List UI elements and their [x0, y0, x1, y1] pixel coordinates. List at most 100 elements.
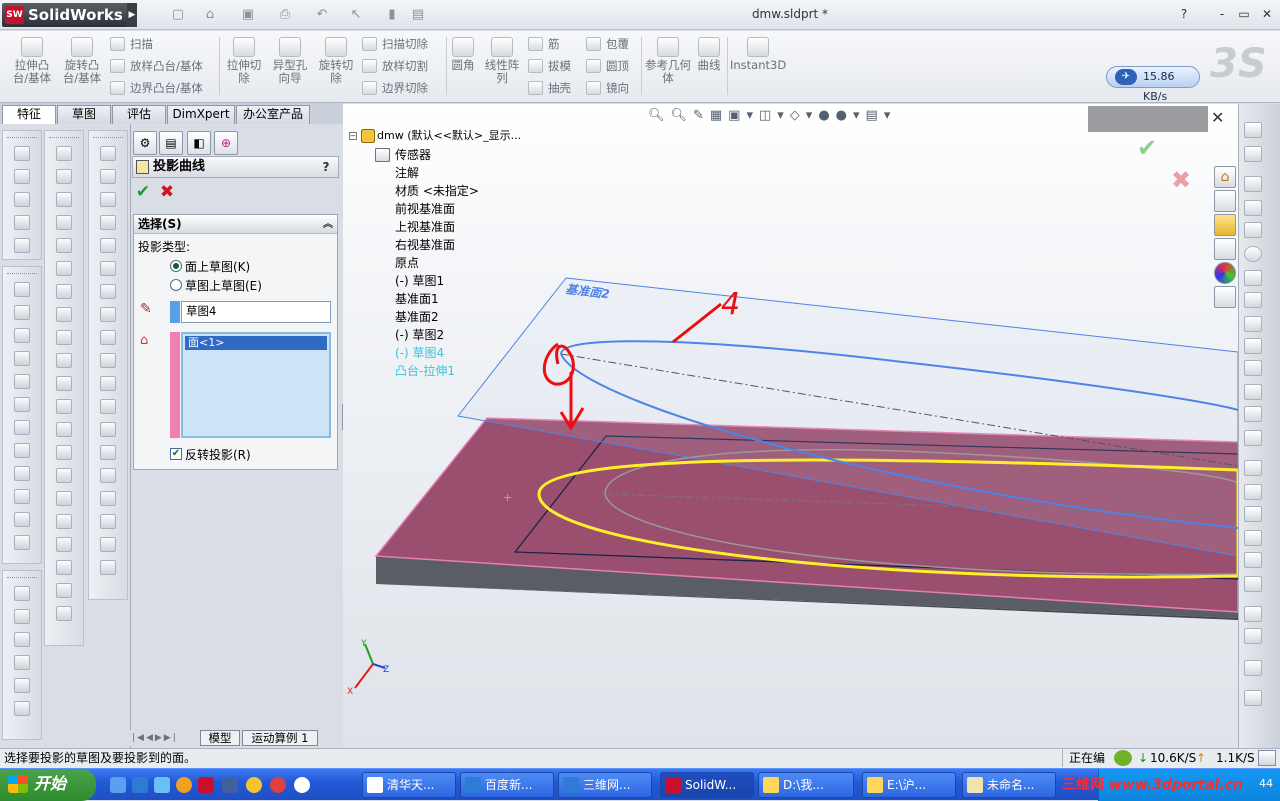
reverse-projection-checkbox[interactable]: ✔ [170, 448, 182, 460]
tool-icon[interactable] [14, 535, 30, 550]
tool-icon[interactable] [100, 284, 116, 299]
new-document-icon[interactable]: ▢ [168, 6, 188, 24]
confirm-cancel-icon[interactable]: ✖ [1171, 166, 1197, 194]
print-icon[interactable]: ⎙ [275, 6, 295, 24]
tool-icon[interactable] [100, 468, 116, 483]
revolve-boss-button[interactable]: 旋转凸台/基体 [58, 37, 106, 85]
net-speed-badge[interactable]: ✈ 15.86 KB/s [1106, 66, 1200, 103]
tool-icon[interactable] [56, 284, 72, 299]
collapse-icon[interactable]: − [349, 132, 357, 140]
loft-cut-button[interactable]: 放样切割 [360, 56, 446, 76]
configuration-manager-tab-icon[interactable]: ◧ [187, 131, 211, 155]
tool-icon[interactable] [56, 192, 72, 207]
help-icon[interactable]: ? [318, 159, 334, 175]
tool-icon[interactable] [56, 583, 72, 598]
minimize-button[interactable]: - [1213, 6, 1231, 22]
select-arrow-icon[interactable]: ↖ [346, 6, 366, 24]
tool-icon[interactable] [100, 238, 116, 253]
radio-sketch-on-face[interactable] [170, 260, 182, 272]
reverse-projection-label[interactable]: 反转投影(R) [185, 446, 251, 463]
extrude-cut-button[interactable]: 拉伸切除 [222, 37, 266, 85]
shell-button[interactable]: 抽壳 [526, 78, 580, 98]
tool-icon[interactable] [56, 514, 72, 529]
tool-icon[interactable] [100, 514, 116, 529]
task-button[interactable]: 清华天... [362, 772, 456, 798]
media-player-icon[interactable] [176, 777, 192, 793]
help-button[interactable]: ? [1175, 6, 1193, 22]
tool-icon[interactable] [14, 609, 30, 624]
tool-icon[interactable] [100, 376, 116, 391]
sketch-icon[interactable] [1244, 122, 1262, 138]
tool-icon[interactable] [14, 328, 30, 343]
tab-model[interactable]: 模型 [200, 730, 240, 746]
undo-icon[interactable]: ↶ [312, 6, 332, 24]
tool-icon[interactable] [14, 701, 30, 716]
file-explorer-icon[interactable] [1214, 214, 1236, 236]
tool-icon[interactable] [14, 305, 30, 320]
mirror-button[interactable]: 镜向 [584, 78, 640, 98]
swept-cut-button[interactable]: 扫描切除 [360, 34, 446, 54]
start-button[interactable]: 开始 [0, 769, 96, 801]
reference-geometry-button[interactable]: 参考几何体 [645, 37, 691, 85]
tree-item-sketch1[interactable]: (-) 草图1 [373, 148, 479, 290]
tool-icon[interactable] [14, 678, 30, 693]
convert-entities-icon[interactable] [1244, 484, 1262, 500]
tool-icon[interactable] [100, 215, 116, 230]
tree-item-boss-extrude1[interactable]: 凸台-拉伸1 [373, 148, 479, 380]
tool-icon[interactable] [14, 420, 30, 435]
property-manager-tab-icon[interactable]: ▤ [159, 131, 183, 155]
revolve-cut-button[interactable]: 旋转切除 [314, 37, 358, 85]
tool-icon[interactable] [14, 374, 30, 389]
list-item[interactable]: 面<1> [185, 336, 327, 350]
tool-icon[interactable] [56, 537, 72, 552]
clock[interactable]: 44 [1259, 777, 1273, 790]
home-icon[interactable]: ⌂ [1214, 166, 1236, 188]
circle-icon[interactable] [1244, 246, 1262, 262]
tool-icon[interactable] [100, 491, 116, 506]
tool-icon[interactable] [56, 238, 72, 253]
tool-icon[interactable] [56, 376, 72, 391]
custom-properties-icon[interactable] [1214, 286, 1236, 308]
tool-icon[interactable] [14, 512, 30, 527]
tool-icon[interactable] [14, 192, 30, 207]
tool-icon[interactable] [14, 351, 30, 366]
tool-icon[interactable] [14, 169, 30, 184]
tree-item-sketch2[interactable]: (-) 草图2 [373, 148, 479, 344]
line-icon[interactable] [1244, 176, 1262, 192]
tree-item-sketch4[interactable]: (-) 草图4 [373, 148, 479, 362]
dome-button[interactable]: 圆顶 [584, 56, 640, 76]
boundary-boss-button[interactable]: 边界凸台/基体 [108, 78, 218, 98]
sweep-button[interactable]: 扫描 [108, 34, 218, 54]
tool-icon[interactable] [56, 169, 72, 184]
tool-icon[interactable] [100, 353, 116, 368]
tool-icon[interactable] [100, 445, 116, 460]
text-icon[interactable] [1244, 430, 1262, 446]
options-icon[interactable]: ▤ [408, 6, 428, 24]
tool-icon[interactable] [14, 466, 30, 481]
polygon-icon[interactable] [1244, 360, 1262, 376]
ok-button[interactable]: ✔ [134, 183, 152, 201]
extrude-boss-button[interactable]: 拉伸凸台/基体 [8, 37, 56, 85]
confirm-ok-icon[interactable]: ✔ [1137, 134, 1163, 162]
display-relations-icon[interactable] [1244, 628, 1262, 644]
draft-button[interactable]: 拔模 [526, 56, 580, 76]
close-viewport-icon[interactable]: ✕ [1211, 108, 1229, 127]
tree-item-front-plane[interactable]: 前视基准面 [373, 148, 479, 218]
rapid-sketch-icon[interactable] [1244, 690, 1262, 706]
radio-sketch-on-face-label[interactable]: 面上草图(K) [185, 258, 250, 275]
spline-icon[interactable] [1244, 292, 1262, 308]
tool-icon[interactable] [100, 192, 116, 207]
task-button[interactable]: 三维网... [558, 772, 652, 798]
curves-button[interactable]: 曲线 [693, 37, 725, 72]
tool-icon[interactable] [100, 146, 116, 161]
dimxpert-manager-tab-icon[interactable]: ⊕ [214, 131, 238, 155]
task-button[interactable]: E:\沪... [862, 772, 956, 798]
task-button[interactable]: D:\我... [758, 772, 854, 798]
task-button[interactable]: 未命名... [962, 772, 1056, 798]
graphics-viewport[interactable]: 基准面2 4 + X Y Z − dmw (默认<<默认>_显示... 传感器 … [343, 104, 1238, 748]
sketch-to-project-field[interactable]: 草图4 [181, 301, 331, 323]
tool-icon[interactable] [56, 399, 72, 414]
tab-scroll-arrows-icon[interactable]: |◀◀▶▶| [132, 731, 198, 745]
tool-icon[interactable] [100, 307, 116, 322]
ie-icon[interactable] [132, 777, 148, 793]
